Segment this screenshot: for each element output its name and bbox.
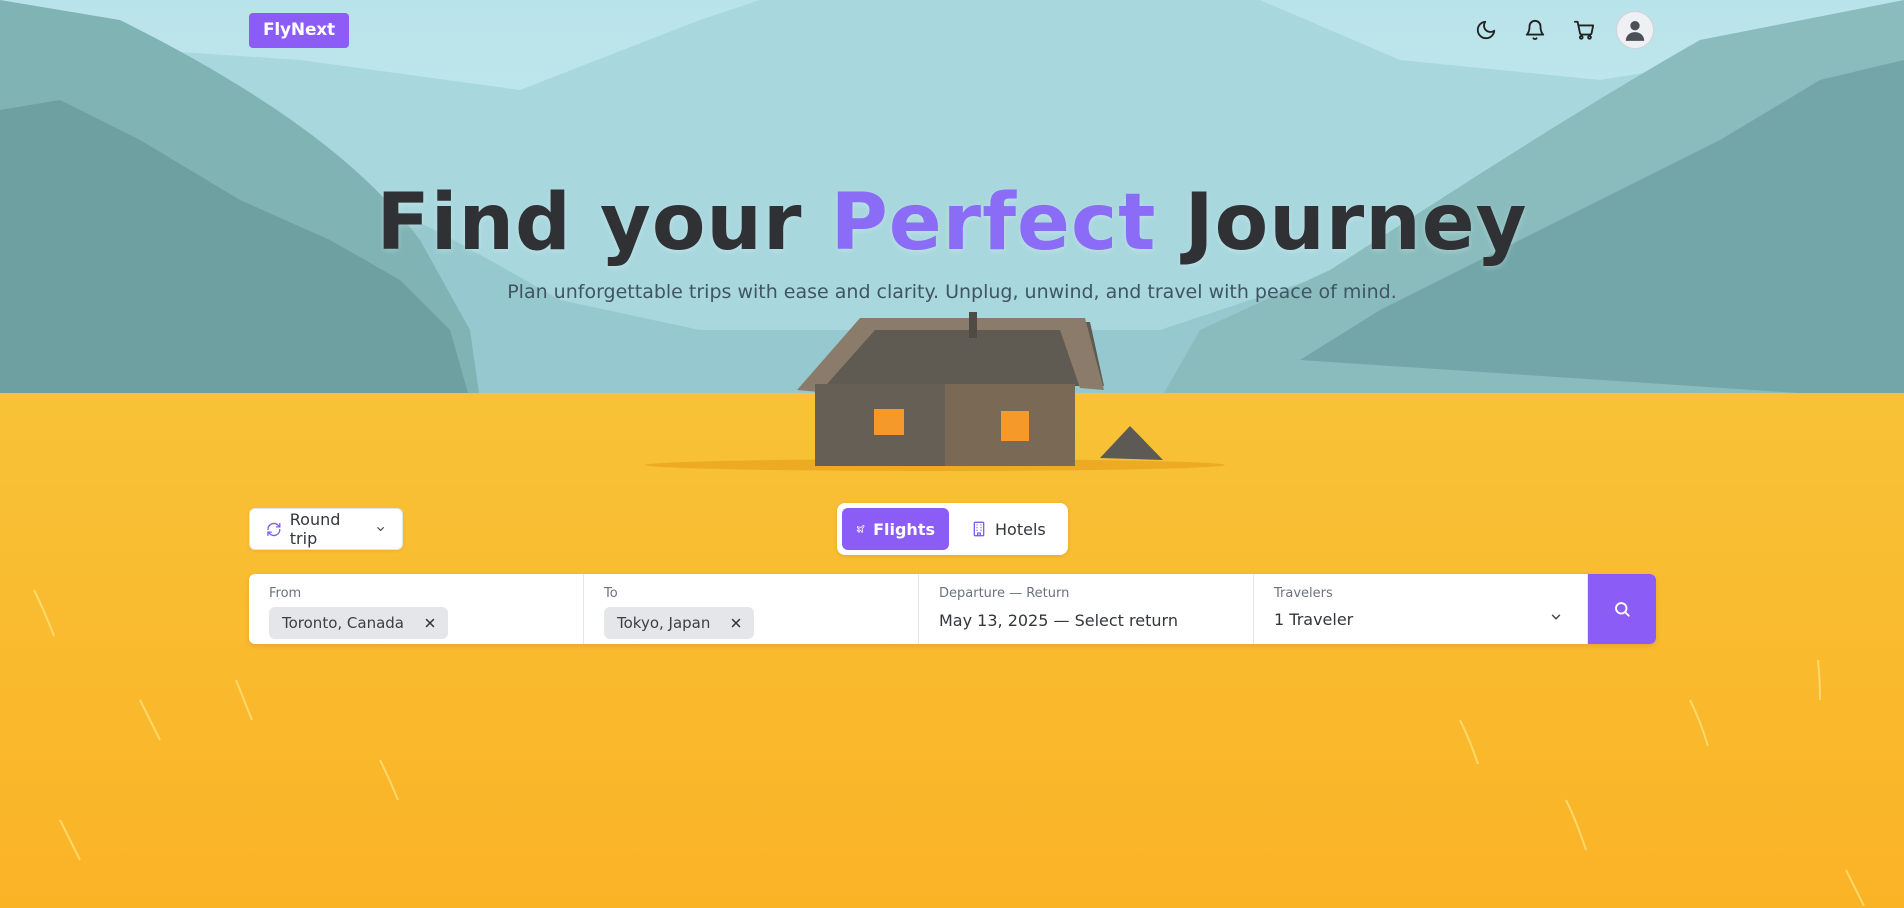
search-mode-tabs: Flights Hotels xyxy=(837,503,1068,555)
flight-search-form: From Toronto, Canada To Tokyo, Japan Dep… xyxy=(249,574,1656,644)
notifications-button[interactable] xyxy=(1517,12,1553,48)
cart-icon xyxy=(1573,20,1595,40)
travelers-value: 1 Traveler xyxy=(1274,610,1354,629)
building-icon xyxy=(973,521,985,537)
from-value: Toronto, Canada xyxy=(282,614,404,632)
to-field[interactable]: To Tokyo, Japan xyxy=(584,574,919,644)
user-avatar-icon xyxy=(1625,21,1645,41)
hero-title-accent: Perfect xyxy=(830,178,1157,268)
user-avatar-button[interactable] xyxy=(1616,11,1654,49)
hero-subtitle: Plan unforgettable trips with ease and c… xyxy=(507,281,1397,303)
hero-title: Find your Perfect Journey xyxy=(0,178,1904,268)
chevron-down-icon xyxy=(377,527,384,532)
cart-button[interactable] xyxy=(1566,12,1602,48)
remove-from-icon[interactable] xyxy=(424,617,436,629)
to-chip: Tokyo, Japan xyxy=(604,607,755,639)
chevron-down-icon xyxy=(1551,614,1561,620)
search-button[interactable] xyxy=(1588,574,1656,644)
tab-hotels[interactable]: Hotels xyxy=(957,508,1060,550)
plane-icon xyxy=(856,525,865,533)
refresh-icon xyxy=(267,522,281,536)
dates-value: May 13, 2025 — Select return xyxy=(939,611,1178,630)
trip-type-label: Round trip xyxy=(289,510,341,548)
logo[interactable]: FlyNext xyxy=(249,13,349,48)
to-label: To xyxy=(604,586,618,601)
landscape-background xyxy=(0,0,1904,908)
tab-flights[interactable]: Flights xyxy=(842,508,949,550)
moon-icon xyxy=(1476,20,1496,40)
search-icon xyxy=(1615,602,1630,617)
tab-hotels-label: Hotels xyxy=(995,519,1046,539)
dates-label: Departure — Return xyxy=(939,586,1070,601)
trip-type-select[interactable]: Round trip xyxy=(249,508,403,550)
from-field[interactable]: From Toronto, Canada xyxy=(249,574,584,644)
travelers-field[interactable]: Travelers 1 Traveler xyxy=(1254,574,1588,644)
tab-flights-label: Flights xyxy=(873,519,935,539)
bell-icon xyxy=(1525,20,1545,41)
theme-toggle-button[interactable] xyxy=(1468,12,1504,48)
top-navigation: FlyNext xyxy=(0,0,1904,62)
hero-title-start: Find your xyxy=(376,178,831,268)
to-value: Tokyo, Japan xyxy=(617,614,711,632)
from-label: From xyxy=(269,586,302,601)
travelers-label: Travelers xyxy=(1274,586,1333,601)
remove-to-icon[interactable] xyxy=(730,617,742,629)
from-chip: Toronto, Canada xyxy=(269,607,448,639)
dates-field[interactable]: Departure — Return May 13, 2025 — Select… xyxy=(919,574,1254,644)
hero-title-end: Journey xyxy=(1156,178,1528,268)
